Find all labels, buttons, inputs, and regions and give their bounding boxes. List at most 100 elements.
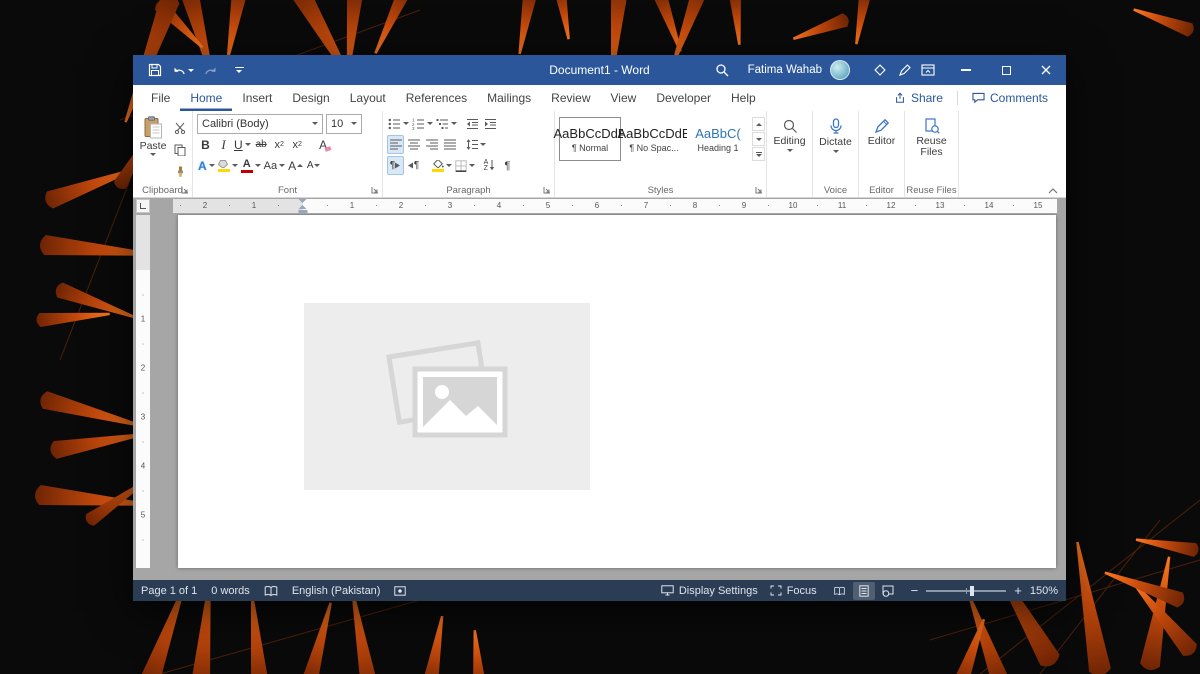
increase-indent-button[interactable] (482, 114, 499, 133)
close-button[interactable] (1026, 55, 1066, 85)
tab-home[interactable]: Home (180, 85, 232, 111)
tab-insert[interactable]: Insert (232, 85, 282, 111)
show-formatting-button[interactable]: ¶ (499, 156, 516, 175)
subscript-button[interactable]: x2 (271, 135, 288, 154)
tab-view[interactable]: View (601, 85, 647, 111)
font-size-combo[interactable]: 10 (326, 113, 362, 134)
tab-help[interactable]: Help (721, 85, 766, 111)
styles-scroll-up-button[interactable] (752, 117, 765, 131)
dictate-button[interactable]: Dictate (817, 113, 854, 153)
tab-review[interactable]: Review (541, 85, 600, 111)
share-button[interactable]: Share (886, 91, 951, 105)
collapse-ribbon-button[interactable] (1048, 188, 1058, 194)
tab-developer[interactable]: Developer (646, 85, 721, 111)
underline-button[interactable]: U (233, 135, 252, 154)
word-count[interactable]: 0 words (211, 585, 250, 597)
pen-icon[interactable] (892, 55, 916, 85)
sort-button[interactable]: A Z (481, 156, 498, 175)
rtl-direction-button[interactable]: ¶ (405, 156, 422, 175)
align-left-button[interactable] (387, 135, 404, 154)
customize-quick-access-button[interactable] (227, 55, 251, 85)
first-line-indent-marker[interactable] (298, 199, 307, 203)
macro-record-button[interactable] (394, 585, 407, 596)
display-settings-button[interactable]: Display Settings (661, 585, 758, 597)
borders-button[interactable] (454, 156, 476, 175)
change-case-button[interactable]: Aa (263, 156, 286, 175)
grow-font-button[interactable]: A (287, 156, 304, 175)
superscript-button[interactable]: x2 (289, 135, 306, 154)
diamond-icon[interactable] (868, 55, 892, 85)
style-card-no-spacing[interactable]: AaBbCcDdE ¶ No Spac... (618, 117, 691, 161)
language-indicator[interactable]: English (Pakistan) (292, 585, 381, 597)
zoom-out-button[interactable]: − (911, 584, 919, 597)
search-button[interactable] (710, 55, 734, 85)
user-name[interactable]: Fatima Wahab (748, 64, 822, 76)
tab-mailings[interactable]: Mailings (477, 85, 541, 111)
font-dialog-launcher[interactable] (371, 186, 379, 194)
hanging-indent-marker[interactable] (298, 205, 307, 209)
align-right-button[interactable] (423, 135, 440, 154)
styles-dialog-launcher[interactable] (755, 186, 763, 194)
editing-button[interactable]: Editing (771, 113, 808, 152)
cut-button[interactable] (171, 118, 188, 137)
line-spacing-button[interactable] (464, 135, 487, 154)
paragraph-dialog-launcher[interactable] (543, 186, 551, 194)
italic-button[interactable]: I (215, 135, 232, 154)
zoom-slider[interactable] (926, 585, 1007, 596)
paste-button[interactable]: Paste (137, 113, 169, 182)
strikethrough-button[interactable]: ab (253, 135, 270, 154)
bullets-button[interactable] (387, 114, 410, 133)
page-indicator[interactable]: Page 1 of 1 (141, 585, 197, 597)
ribbon-display-options-button[interactable] (916, 55, 940, 85)
maximize-button[interactable] (986, 55, 1026, 85)
comments-button[interactable]: Comments (964, 91, 1056, 105)
clear-formatting-button[interactable]: A (315, 135, 332, 154)
minimize-button[interactable] (946, 55, 986, 85)
zoom-level[interactable]: 150% (1030, 585, 1058, 597)
decrease-indent-button[interactable] (464, 114, 481, 133)
zoom-in-button[interactable]: + (1014, 584, 1022, 597)
font-color-button[interactable]: A (240, 156, 262, 175)
save-button[interactable] (143, 55, 167, 85)
vertical-ruler[interactable]: 1 2 3 4 5 · · · · · · (136, 215, 150, 568)
reuse-files-button[interactable]: Reuse Files (909, 113, 954, 158)
indent-markers[interactable] (298, 199, 308, 213)
style-card-normal[interactable]: AaBbCcDdE ¶ Normal (554, 117, 627, 161)
font-name-combo[interactable]: Calibri (Body) (197, 113, 323, 134)
tab-design[interactable]: Design (282, 85, 339, 111)
text-effects-button[interactable]: A (197, 156, 216, 175)
focus-button[interactable]: Focus (770, 585, 817, 597)
styles-gallery-more-button[interactable] (752, 147, 765, 161)
user-avatar[interactable] (830, 60, 850, 80)
image-placeholder[interactable] (304, 303, 590, 490)
justify-button[interactable] (441, 135, 458, 154)
tab-file[interactable]: File (141, 85, 180, 111)
horizontal-ruler[interactable]: 2 1 1 2 3 4 5 6 7 8 9 10 11 12 13 14 15 · · · · · · · · · · · · · · · · ·… (173, 199, 1057, 213)
read-mode-button[interactable] (829, 582, 851, 600)
zoom-slider-thumb[interactable] (970, 585, 975, 596)
align-center-button[interactable] (405, 135, 422, 154)
styles-scroll-down-button[interactable] (752, 132, 765, 146)
highlight-button[interactable] (217, 156, 239, 175)
bold-button[interactable]: B (197, 135, 214, 154)
tab-references[interactable]: References (396, 85, 477, 111)
web-layout-button[interactable] (877, 582, 899, 600)
shading-button[interactable] (431, 156, 453, 175)
print-layout-button[interactable] (852, 581, 875, 600)
proofing-status-button[interactable] (264, 585, 278, 597)
editor-button[interactable]: Editor (863, 113, 900, 147)
style-card-heading1[interactable]: AaBbC( Heading 1 (687, 117, 749, 161)
shrink-font-button[interactable]: A (305, 156, 322, 175)
clipboard-dialog-launcher[interactable] (181, 186, 189, 194)
undo-button[interactable] (171, 55, 195, 85)
tab-selector[interactable] (136, 199, 150, 213)
redo-button[interactable] (199, 55, 223, 85)
tab-layout[interactable]: Layout (340, 85, 396, 111)
copy-button[interactable] (171, 140, 188, 159)
multilevel-list-button[interactable] (435, 114, 458, 133)
ltr-direction-button[interactable]: ¶ (387, 156, 404, 175)
left-indent-marker[interactable] (298, 209, 308, 213)
document-page[interactable] (178, 215, 1056, 568)
format-painter-button[interactable] (171, 162, 188, 181)
numbering-button[interactable]: 123 (411, 114, 434, 133)
